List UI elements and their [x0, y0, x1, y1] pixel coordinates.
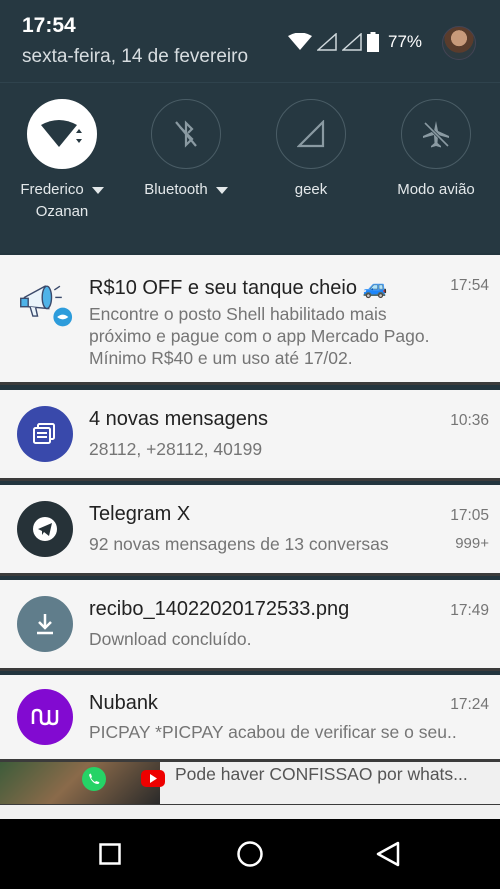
notification-body: 28112, +28112, 40199 — [89, 439, 263, 459]
notification-body: Download concluído. — [89, 629, 252, 649]
notification-title: Nubank — [89, 692, 158, 714]
chevron-down-icon[interactable] — [215, 186, 228, 194]
unread-count-badge: 999+ — [455, 535, 489, 552]
notification-whatsapp-partial[interactable]: Pode haver CONFISSAO por whats... — [0, 762, 500, 807]
whatsapp-icon — [82, 767, 106, 791]
avatar[interactable] — [442, 26, 476, 60]
messages-icon — [17, 406, 73, 462]
wifi-icon — [41, 120, 82, 147]
home-icon — [237, 841, 263, 867]
date: sexta-feira, 14 de fevereiro — [22, 46, 249, 67]
youtube-icon — [141, 770, 165, 787]
clock: 17:54 — [22, 14, 76, 37]
bluetooth-off-icon — [175, 120, 197, 148]
tile-label: geek — [294, 181, 328, 198]
battery-level: 77% — [388, 32, 423, 51]
notification-time: 17:49 — [450, 602, 489, 619]
bluetooth-toggle[interactable] — [151, 99, 221, 169]
notification-time: 10:36 — [450, 412, 489, 429]
signal-icon — [342, 33, 362, 51]
signal-icon — [317, 33, 337, 51]
quick-settings-panel: Frederico Ozanan Bluetooth geek Modo avi… — [0, 82, 500, 253]
notification-body: Pode haver CONFISSAO por whats... — [175, 764, 468, 784]
cellular-toggle[interactable] — [276, 99, 346, 169]
wifi-toggle[interactable] — [27, 99, 97, 169]
tile-airplane[interactable]: Modo avião — [376, 99, 496, 201]
home-button[interactable] — [232, 836, 268, 872]
tile-label: Frederico Ozanan — [2, 179, 122, 223]
notification-body: 92 novas mensagens de 13 conversas — [89, 534, 389, 554]
tile-cellular[interactable]: geek — [251, 99, 371, 201]
wifi-icon — [288, 33, 312, 50]
tile-label: Bluetooth — [126, 179, 246, 201]
megaphone-icon — [17, 275, 73, 331]
notification-title: R$10 OFF e seu tanque cheio 🚙 — [89, 277, 388, 299]
tile-wifi[interactable]: Frederico Ozanan — [2, 99, 122, 223]
notification-messages[interactable]: 4 novas mensagens 10:36 28112, +28112, 4… — [0, 390, 500, 481]
notification-mercado-pago[interactable]: R$10 OFF e seu tanque cheio 🚙 17:54 Enco… — [0, 255, 500, 385]
telegram-icon — [17, 501, 73, 557]
back-button[interactable] — [370, 836, 406, 872]
tile-bluetooth[interactable]: Bluetooth — [126, 99, 246, 201]
chevron-down-icon[interactable] — [91, 186, 104, 194]
video-thumbnail — [0, 762, 165, 804]
cell-signal-icon — [297, 120, 325, 148]
status-icons: 77% — [288, 24, 422, 60]
download-icon — [17, 596, 73, 652]
notification-nubank[interactable]: Nubank 17:24 PICPAY *PICPAY acabou de ve… — [0, 675, 500, 762]
notification-telegram[interactable]: Telegram X 17:05 92 novas mensagens de 1… — [0, 485, 500, 576]
notification-stack-edge — [0, 805, 500, 819]
notification-body: PICPAY *PICPAY acabou de verificar se o … — [89, 722, 457, 742]
notification-title: Telegram X — [89, 503, 191, 525]
airplane-icon — [423, 121, 450, 148]
notification-title: recibo_14022020172533.png — [89, 598, 350, 620]
notification-time: 17:54 — [450, 277, 489, 294]
notification-title: 4 novas mensagens — [89, 408, 269, 430]
back-icon — [376, 841, 400, 867]
airplane-toggle[interactable] — [401, 99, 471, 169]
notification-body: Encontre o posto Shell habilitado mais p… — [89, 304, 430, 368]
notification-download[interactable]: recibo_14022020172533.png 17:49 Download… — [0, 580, 500, 671]
nubank-icon — [17, 689, 73, 745]
navigation-bar — [0, 819, 500, 889]
status-bar: 17:54 sexta-feira, 14 de fevereiro 77% — [0, 0, 500, 82]
notification-time: 17:24 — [450, 696, 489, 713]
notification-time: 17:05 — [450, 507, 489, 524]
recents-button[interactable] — [92, 836, 128, 872]
tile-label: Modo avião — [397, 181, 475, 198]
recents-icon — [99, 843, 121, 865]
battery-icon — [367, 32, 379, 52]
